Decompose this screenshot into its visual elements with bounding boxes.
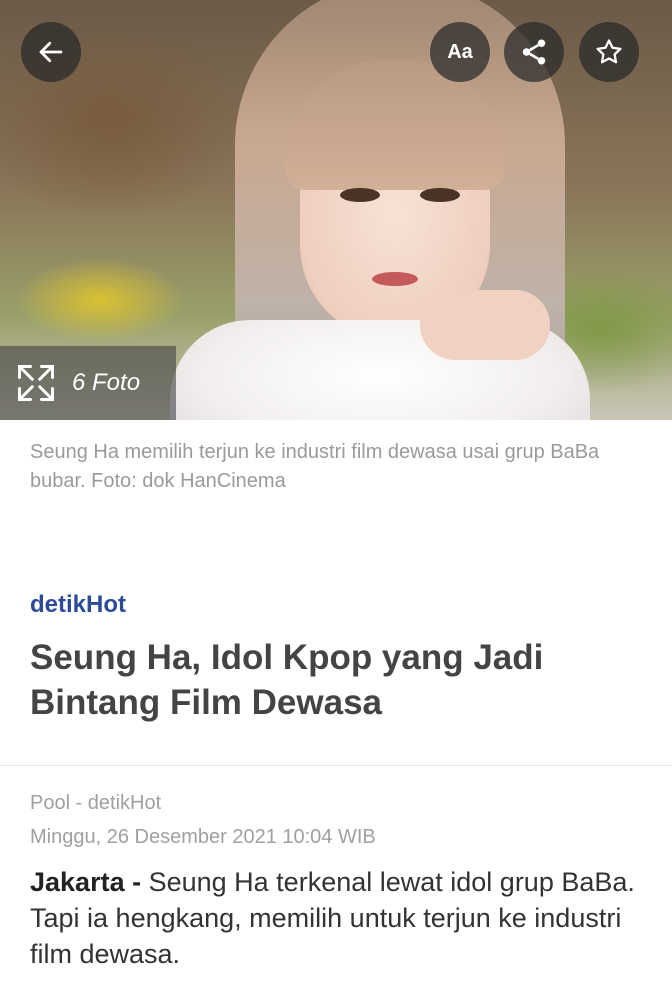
share-icon: [522, 39, 546, 65]
photo-eye-left: [340, 188, 380, 202]
divider: [0, 765, 672, 766]
back-button[interactable]: [21, 22, 81, 82]
share-button[interactable]: [504, 22, 564, 82]
date-text: Minggu, 26 Desember 2021 10:04 WIB: [30, 826, 376, 848]
bookmark-button[interactable]: [579, 22, 639, 82]
star-icon: [596, 39, 622, 64]
gallery-count-label: 6 Foto: [72, 369, 141, 396]
article-lead: Jakarta - Seung Ha terkenal lewat idol g…: [30, 864, 642, 972]
author-text: Pool - detikHot: [30, 792, 162, 814]
photo-lips: [372, 272, 418, 286]
arrow-left-icon: [39, 41, 63, 63]
font-size-button[interactable]: Aa: [430, 22, 490, 82]
expand-icon: [18, 365, 54, 401]
dateline: Jakarta -: [30, 867, 142, 897]
photo-eye-right: [420, 188, 460, 202]
article-meta: Pool - detikHot Minggu, 26 Desember 2021…: [30, 786, 642, 854]
hero-photo[interactable]: Aa 6 Foto: [0, 0, 672, 420]
photo-caption: Seung Ha memilih terjun ke industri film…: [30, 441, 600, 492]
photo-gallery-button[interactable]: 6 Foto: [0, 346, 176, 420]
channel-link[interactable]: detikHot: [30, 591, 642, 619]
photo-hand: [420, 290, 550, 360]
article-title: Seung Ha, Idol Kpop yang Jadi Bintang Fi…: [30, 638, 544, 722]
font-size-label: Aa: [447, 40, 473, 63]
